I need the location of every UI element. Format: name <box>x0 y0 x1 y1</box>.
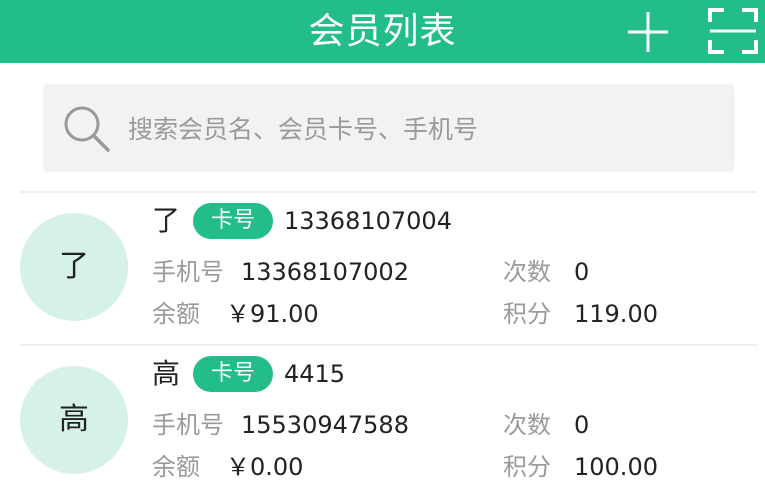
balance-label: 余额 <box>152 453 200 481</box>
card-number: 13368107004 <box>284 207 452 235</box>
points-label: 积分 <box>503 453 551 481</box>
phone-value: 13368107002 <box>241 258 409 286</box>
card-badge: 卡号 <box>193 203 273 239</box>
phone-label: 手机号 <box>152 258 224 286</box>
scan-icon[interactable] <box>708 8 758 54</box>
card-number: 4415 <box>284 360 346 388</box>
avatar: 了 <box>20 213 128 321</box>
points-label: 积分 <box>503 300 551 328</box>
member-name: 高 <box>152 357 181 390</box>
member-name: 了 <box>152 204 181 237</box>
phone-value: 15530947588 <box>241 411 409 439</box>
phone-label: 手机号 <box>152 411 224 439</box>
count-value: 0 <box>574 258 590 286</box>
count-label: 次数 <box>503 258 551 286</box>
search-input[interactable] <box>128 104 718 154</box>
count-label: 次数 <box>503 411 551 439</box>
search-icon <box>64 106 110 152</box>
app-header: 会员列表 <box>0 0 765 63</box>
plus-icon[interactable] <box>626 10 670 54</box>
count-value: 0 <box>574 411 590 439</box>
avatar: 高 <box>20 366 128 474</box>
card-badge: 卡号 <box>193 356 273 392</box>
balance-value: ￥91.00 <box>226 300 319 328</box>
member-list-item[interactable]: 了 了 卡号 13368107004 手机号 13368107002 次数 0 … <box>0 193 765 343</box>
points-value: 100.00 <box>574 453 658 481</box>
balance-value: ￥0.00 <box>226 453 304 481</box>
points-value: 119.00 <box>574 300 658 328</box>
balance-label: 余额 <box>152 300 200 328</box>
member-list-item[interactable]: 高 高 卡号 4415 手机号 15530947588 次数 0 余额 ￥0.0… <box>0 346 765 496</box>
